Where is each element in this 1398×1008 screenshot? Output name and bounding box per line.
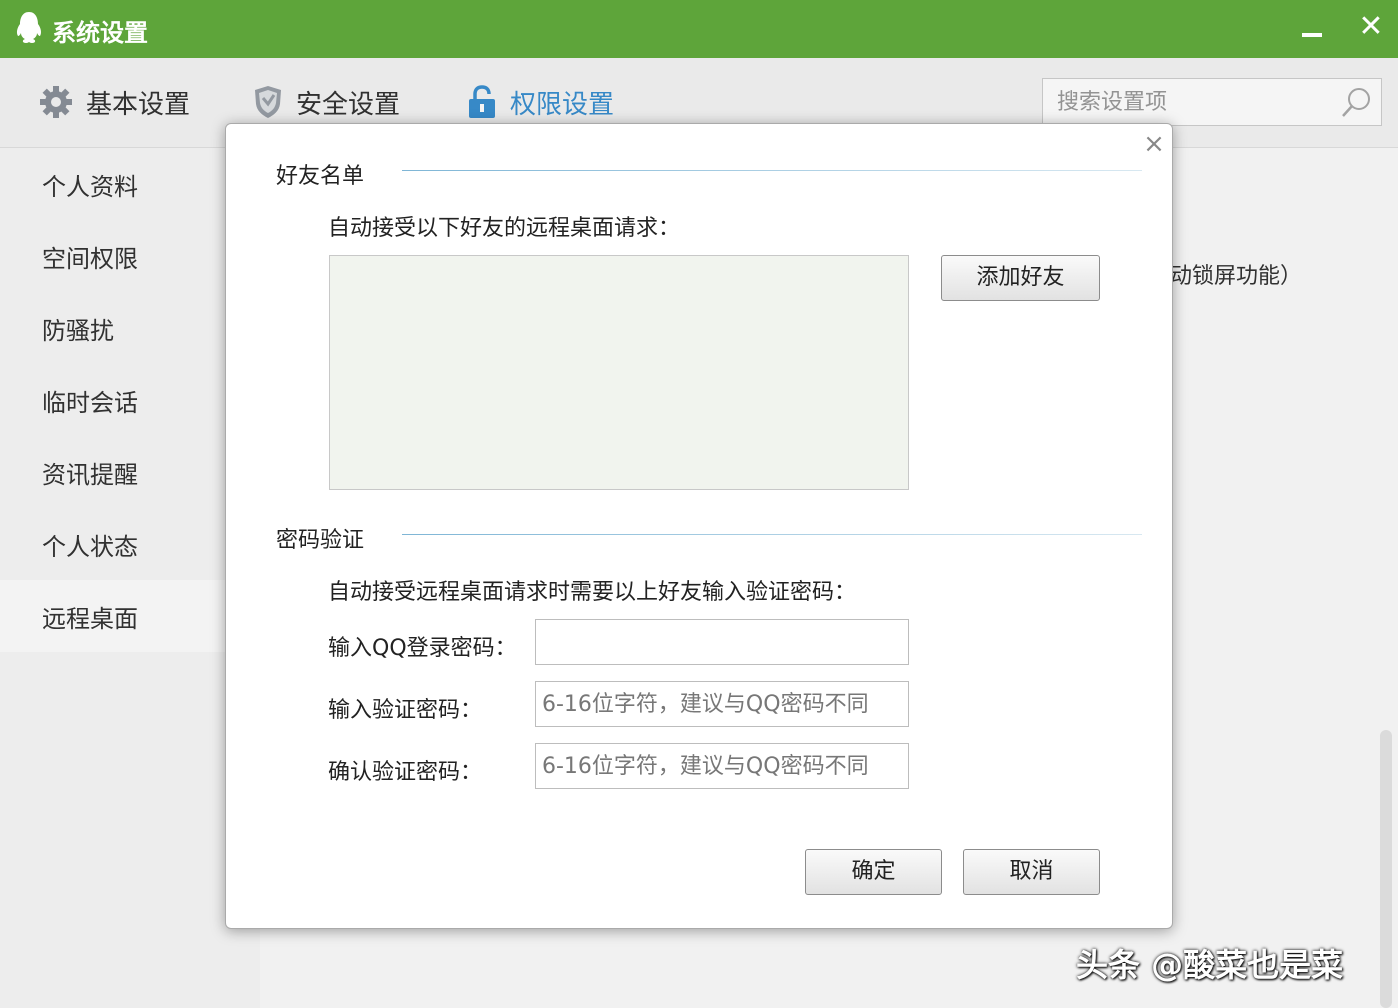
remote-desktop-dialog: × 好友名单 自动接受以下好友的远程桌面请求： 添加好友 密码验证 自动接受远程… bbox=[225, 123, 1173, 929]
verify-password-input[interactable] bbox=[535, 681, 909, 727]
section-divider bbox=[402, 534, 1142, 535]
section-divider bbox=[402, 170, 1142, 171]
dialog-close-icon[interactable]: × bbox=[1142, 131, 1166, 157]
qq-penguin-icon bbox=[16, 12, 42, 43]
ok-button[interactable]: 确定 bbox=[805, 849, 942, 895]
password-section-title: 密码验证 bbox=[276, 528, 365, 553]
close-window-button[interactable]: ✕ bbox=[1356, 12, 1386, 42]
minimize-button[interactable] bbox=[1298, 16, 1326, 44]
password-description: 自动接受远程桌面请求时需要以上好友输入验证密码： bbox=[328, 580, 857, 605]
verify-password-label: 输入验证密码： bbox=[328, 698, 483, 723]
qq-password-label: 输入QQ登录密码： bbox=[328, 636, 517, 661]
add-friend-button[interactable]: 添加好友 bbox=[941, 255, 1100, 301]
friends-section-title: 好友名单 bbox=[276, 164, 365, 189]
friend-list-box[interactable] bbox=[329, 255, 909, 490]
title-bar: 系统设置 ✕ bbox=[0, 0, 1398, 58]
friends-description: 自动接受以下好友的远程桌面请求： bbox=[328, 216, 681, 241]
window-title: 系统设置 bbox=[52, 19, 148, 47]
confirm-password-label: 确认验证密码： bbox=[328, 760, 483, 785]
confirm-password-input[interactable] bbox=[535, 743, 909, 789]
watermark-text: 头条 @酸菜也是菜 bbox=[1076, 946, 1344, 984]
cancel-button[interactable]: 取消 bbox=[963, 849, 1100, 895]
qq-password-input[interactable] bbox=[535, 619, 909, 665]
